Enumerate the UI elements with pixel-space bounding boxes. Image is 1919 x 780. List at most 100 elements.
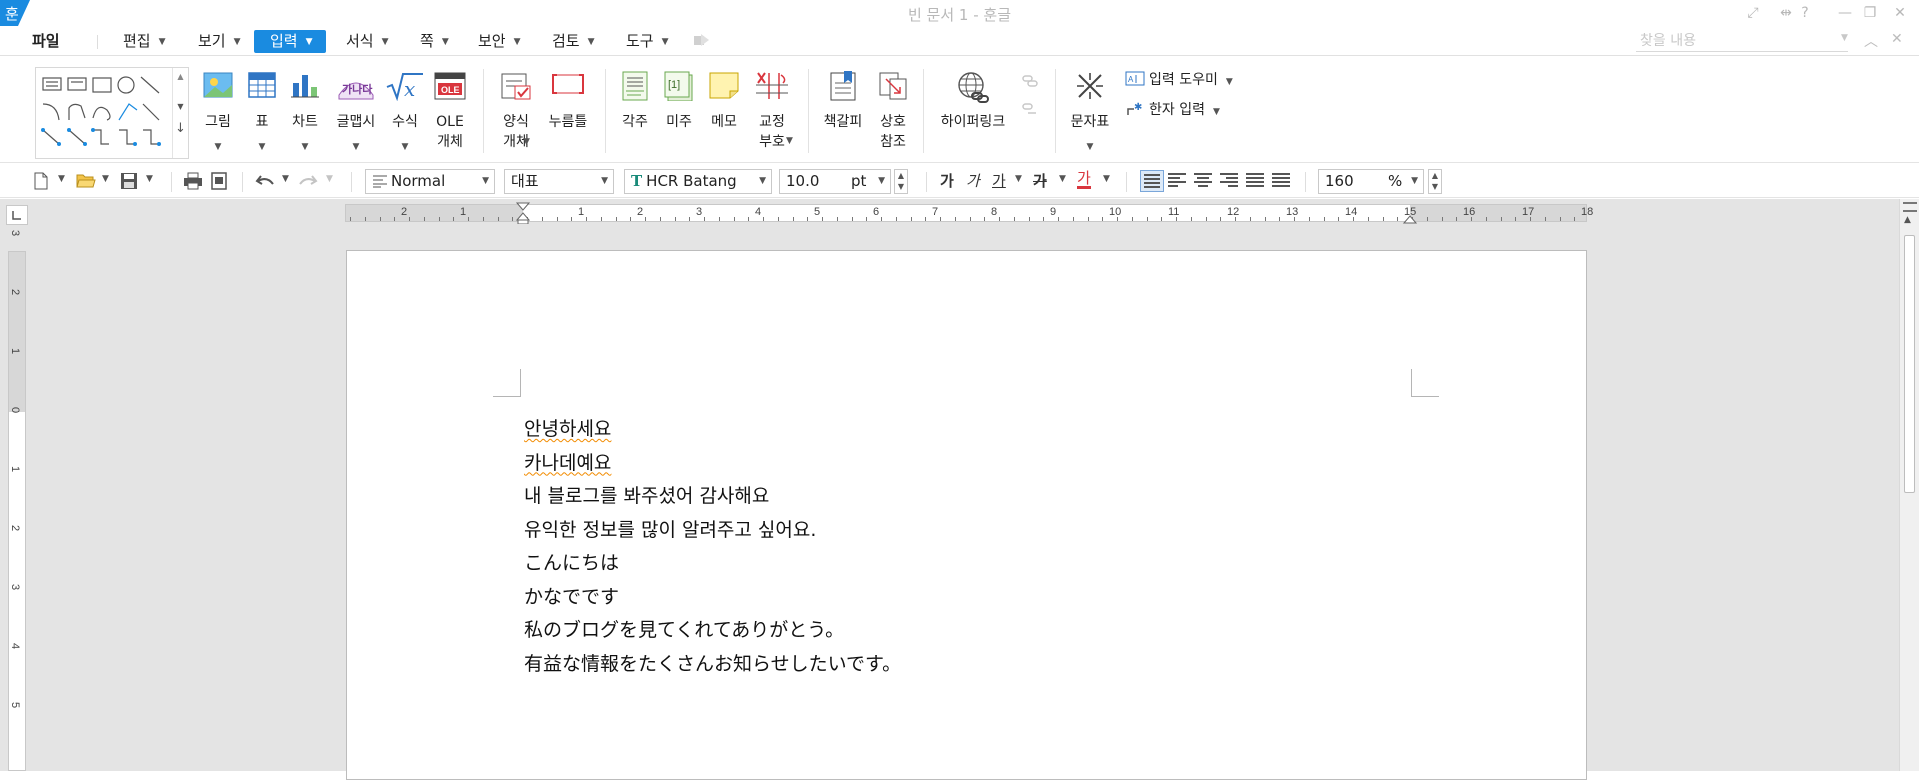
menu-page[interactable]: 쪽 ▼	[414, 30, 455, 53]
hanja-input-button[interactable]: ✱ 한자 입력 ▼	[1125, 100, 1220, 122]
zoom-stepper[interactable]: ▲ ▼	[1428, 169, 1442, 194]
align-distribute-button[interactable]	[1246, 173, 1264, 189]
chevron-down-icon[interactable]: ▼	[326, 174, 333, 184]
cloud-sync-icon[interactable]	[693, 32, 711, 48]
align-center-button[interactable]	[1194, 173, 1212, 189]
insert-crossref-button[interactable]: 상호 참조	[872, 57, 914, 163]
horizontal-ruler[interactable]: 2 1 1 2 3 4 5 6 7 8 9 10 11 12 13 14 15 16 17 18	[345, 202, 1593, 224]
expand-gallery-icon[interactable]: ↓	[173, 121, 188, 136]
insert-pressframe-button[interactable]: 누름틀	[546, 57, 590, 163]
shape-gallery-scrollbar[interactable]: ▲ ▼ ↓	[172, 68, 188, 158]
right-indent-marker-icon[interactable]	[1403, 214, 1417, 224]
undo-icon[interactable]	[255, 172, 275, 190]
insert-table-button[interactable]: 표 ▼	[244, 57, 280, 163]
ruler-corner-button[interactable]	[6, 205, 28, 225]
link-icon[interactable]	[1022, 74, 1038, 88]
menu-tools[interactable]: 도구 ▼	[620, 30, 675, 53]
font-size-select[interactable]: 10.0 pt ▼	[779, 169, 891, 194]
insert-equation-button[interactable]: x 수식 ▼	[384, 57, 426, 163]
scroll-down-icon[interactable]: ▼	[173, 102, 188, 111]
menu-security[interactable]: 보안 ▼	[472, 30, 527, 53]
document-line[interactable]: 카나데예요	[524, 447, 901, 481]
document-line[interactable]: 내 블로그를 봐주셨어 감사해요	[524, 480, 901, 514]
close-doc-icon[interactable]: ✕	[1891, 31, 1903, 47]
align-justify-button[interactable]	[1140, 170, 1164, 192]
save-disk-icon[interactable]	[120, 172, 138, 190]
insert-ole-button[interactable]: OLE OLE 개체	[430, 57, 470, 163]
vertical-ruler[interactable]: 3 2 1 0 1 2 3 4 5	[8, 230, 26, 771]
menu-view[interactable]: 보기 ▼	[192, 30, 247, 53]
redo-icon[interactable]	[298, 172, 318, 190]
strikethrough-button[interactable]: 가	[1033, 170, 1047, 191]
align-right-button[interactable]	[1220, 173, 1238, 189]
italic-button[interactable]: 가	[966, 170, 980, 191]
resize-icon[interactable]: ⇹	[1777, 5, 1795, 21]
insert-symbols-button[interactable]: 문자표 ▼	[1064, 57, 1116, 163]
chevron-down-icon[interactable]: ▼	[58, 174, 65, 184]
print-icon[interactable]	[183, 172, 203, 190]
indent-marker-icon[interactable]	[516, 202, 530, 224]
menu-edit[interactable]: 편집 ▼	[117, 30, 172, 53]
font-language-select[interactable]: 대표 ▼	[504, 169, 614, 194]
document-line[interactable]: かなでです	[524, 581, 901, 615]
unlink-icon[interactable]	[1022, 103, 1038, 117]
insert-proofmark-button[interactable]: 교정 부호 ▼	[748, 57, 796, 163]
new-document-icon[interactable]	[33, 172, 49, 190]
chevron-down-icon[interactable]: ▼	[282, 174, 289, 184]
font-size-stepper[interactable]: ▲ ▼	[894, 169, 908, 194]
paragraph-style-select[interactable]: Normal ▼	[365, 169, 495, 194]
menu-insert[interactable]: 입력 ▼	[254, 30, 326, 53]
input-helper-button[interactable]: A 입력 도우미 ▼	[1125, 70, 1233, 92]
fullscreen-icon[interactable]: ⤢	[1744, 5, 1762, 21]
insert-memo-button[interactable]: 메모	[704, 57, 744, 163]
chevron-down-icon[interactable]: ▼	[1059, 174, 1066, 184]
document-line[interactable]: 有益な情報をたくさんお知らせしたいです。	[524, 648, 901, 682]
document-line[interactable]: 유익한 정보를 많이 알려주고 싶어요.	[524, 514, 901, 548]
shape-gallery[interactable]: ▲ ▼ ↓	[35, 67, 189, 159]
insert-textart-button[interactable]: 가나다 글맵시 ▼	[331, 57, 381, 163]
document-line[interactable]: 私のブログを見てくれてありがとう。	[524, 614, 901, 648]
chevron-down-icon[interactable]: ▼	[1103, 174, 1110, 184]
menu-file[interactable]: 파일	[26, 30, 66, 53]
document-line[interactable]: 안녕하세요	[524, 413, 901, 447]
bold-button[interactable]: 가	[940, 170, 954, 191]
open-folder-icon[interactable]	[76, 172, 96, 190]
menu-review[interactable]: 검토 ▼	[546, 30, 601, 53]
align-left-button[interactable]	[1168, 173, 1186, 189]
split-view-icon[interactable]	[1903, 202, 1917, 212]
menu-format[interactable]: 서식 ▼	[340, 30, 395, 53]
scroll-up-icon[interactable]: ▲	[1904, 215, 1911, 225]
collapse-ribbon-icon[interactable]: ︿	[1864, 31, 1878, 51]
insert-endnote-button[interactable]: [1] 미주	[659, 57, 699, 163]
document-page[interactable]: 안녕하세요 카나데예요 내 블로그를 봐주셨어 감사해요 유익한 정보를 많이 …	[346, 250, 1587, 780]
shape-gallery-items[interactable]	[41, 74, 171, 154]
document-line[interactable]: こんにちは	[524, 547, 901, 581]
underline-button[interactable]: 가	[992, 170, 1006, 191]
search-input[interactable]: 찾을 내용	[1636, 30, 1848, 52]
zoom-select[interactable]: 160% ▼	[1318, 169, 1424, 194]
menu-bar: 파일 편집 ▼ 보기 ▼ 입력 ▼ 서식 ▼ 쪽 ▼ 보안 ▼ 검토 ▼ 도구 ▼	[0, 26, 1919, 56]
minimize-button[interactable]: —	[1836, 5, 1854, 21]
chevron-down-icon[interactable]: ▼	[102, 174, 109, 184]
insert-picture-button[interactable]: 그림 ▼	[198, 57, 238, 163]
help-icon[interactable]: ?	[1796, 5, 1814, 21]
font-name-select[interactable]: T HCR Batang ▼	[624, 169, 772, 194]
chevron-down-icon[interactable]: ▼	[1015, 174, 1022, 184]
chevron-down-icon[interactable]: ▼	[146, 174, 153, 184]
close-button[interactable]: ✕	[1891, 5, 1909, 21]
insert-hyperlink-button[interactable]: 하이퍼링크	[933, 57, 1013, 163]
insert-footnote-button[interactable]: 각주	[615, 57, 655, 163]
insert-chart-button[interactable]: 차트 ▼	[286, 57, 324, 163]
vertical-scrollbar[interactable]: ▲	[1899, 199, 1919, 771]
scrollbar-thumb[interactable]	[1904, 235, 1915, 493]
toolbar-separator	[926, 172, 927, 192]
insert-form-object-button[interactable]: 양식 개체 ▼	[493, 57, 539, 163]
restore-button[interactable]: ❐	[1861, 5, 1879, 21]
scroll-up-icon[interactable]: ▲	[173, 72, 188, 81]
font-color-button[interactable]: 가	[1077, 170, 1091, 189]
print-preview-icon[interactable]	[210, 172, 228, 190]
align-divide-button[interactable]	[1272, 173, 1290, 189]
search-dropdown-icon[interactable]: ▼	[1841, 33, 1848, 43]
insert-bookmark-button[interactable]: 책갈피	[818, 57, 868, 163]
document-body[interactable]: 안녕하세요 카나데예요 내 블로그를 봐주셨어 감사해요 유익한 정보를 많이 …	[524, 413, 901, 681]
